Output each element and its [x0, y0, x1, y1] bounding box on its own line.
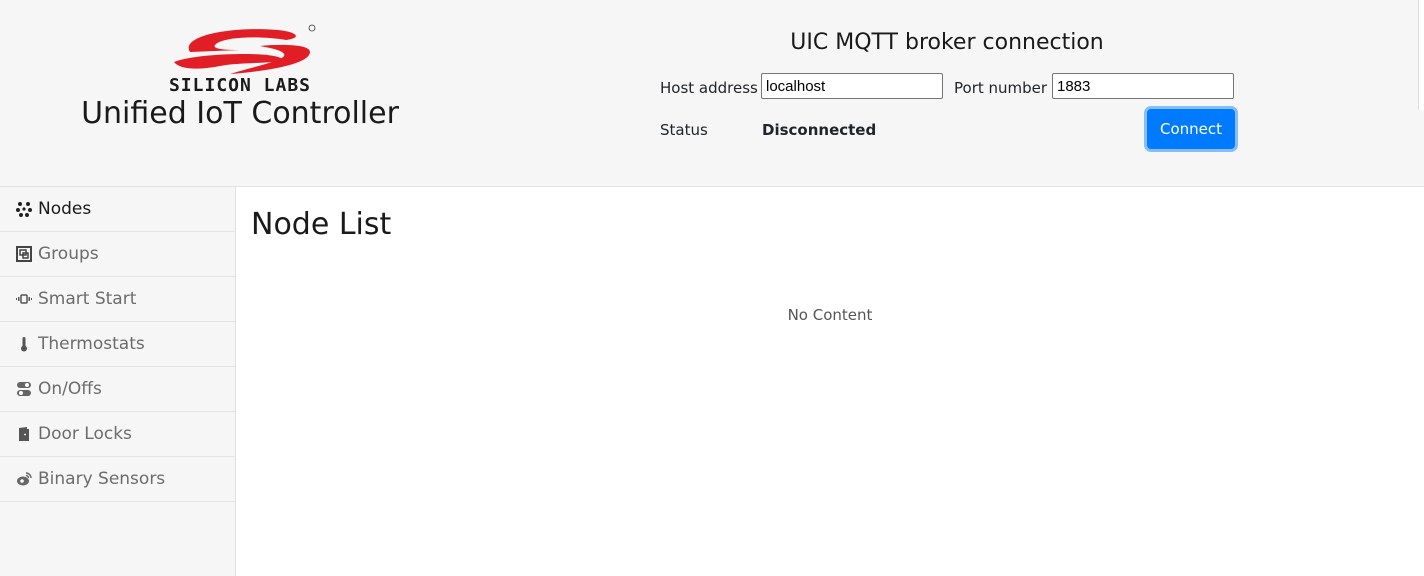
sidebar-item-label: Smart Start: [38, 289, 137, 309]
connection-title: UIC MQTT broker connection: [790, 30, 1104, 55]
main-content: Node List No Content: [236, 187, 1424, 576]
sidebar-item-binary-sensors[interactable]: Binary Sensors: [0, 457, 235, 502]
smart-start-icon: [15, 290, 33, 308]
host-address-label: Host address: [660, 79, 758, 97]
sidebar-item-on-offs[interactable]: On/Offs: [0, 367, 235, 412]
sidebar-item-groups[interactable]: Groups: [0, 232, 235, 277]
logo-wordmark: SILICON LABS: [168, 75, 312, 96]
status-value: Disconnected: [762, 121, 877, 139]
door-icon: [15, 425, 33, 443]
toggle-icon: [15, 380, 33, 398]
empty-state-text: No Content: [787, 306, 873, 324]
sidebar-item-label: On/Offs: [38, 379, 102, 399]
page-title: Node List: [251, 207, 392, 242]
host-address-input[interactable]: [761, 73, 943, 99]
connect-button[interactable]: Connect: [1147, 109, 1235, 149]
brand: SILICON LABS Unified IoT Controller: [80, 22, 400, 132]
sidebar-item-door-locks[interactable]: Door Locks: [0, 412, 235, 457]
sidebar-item-label: Binary Sensors: [38, 469, 166, 489]
thermometer-icon: [15, 335, 33, 353]
sidebar-item-smart-start[interactable]: Smart Start: [0, 277, 235, 322]
sensor-icon: [15, 470, 33, 488]
nodes-icon: [15, 200, 33, 218]
groups-icon: [15, 245, 33, 263]
sidebar-item-thermostats[interactable]: Thermostats: [0, 322, 235, 367]
mqtt-connection-panel: UIC MQTT broker connection Host address …: [650, 24, 1250, 164]
port-number-input[interactable]: [1052, 73, 1234, 99]
sidebar-item-label: Thermostats: [38, 334, 145, 354]
status-label: Status: [660, 121, 708, 139]
app-header: SILICON LABS Unified IoT Controller UIC …: [0, 0, 1424, 187]
app-title: Unified IoT Controller: [81, 96, 399, 131]
port-number-label: Port number: [954, 79, 1048, 97]
sidebar-item-label: Groups: [38, 244, 99, 264]
sidebar-nav: Nodes Groups Smart Start Thermostats On/…: [0, 187, 236, 576]
sidebar-item-label: Nodes: [38, 199, 92, 219]
scrollbar[interactable]: [1418, 0, 1424, 110]
silicon-labs-logo: [174, 24, 316, 74]
sidebar-item-nodes[interactable]: Nodes: [0, 187, 235, 232]
sidebar-item-label: Door Locks: [38, 424, 132, 444]
